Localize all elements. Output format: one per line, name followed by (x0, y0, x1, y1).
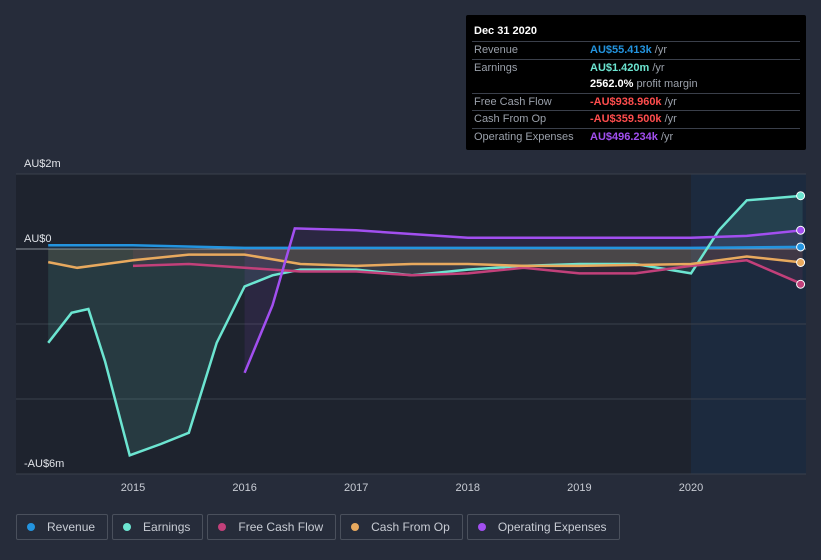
legend-item-earnings[interactable]: Earnings (112, 514, 204, 540)
tooltip: Dec 31 2020 Revenue AU$55.413k/yr Earnings… (466, 15, 806, 150)
tooltip-label: Cash From Op (474, 113, 547, 126)
legend-item-cash-from-op[interactable]: Cash From Op (340, 514, 463, 540)
tooltip-label: Revenue (474, 44, 519, 57)
tooltip-date: Dec 31 2020 (474, 25, 537, 37)
tooltip-unit: /yr (660, 130, 674, 143)
series-end-point (796, 191, 806, 201)
x-tick-label: 2017 (343, 482, 369, 494)
tooltip-row: Free Cash Flow -AU$938.960k/yr (472, 92, 800, 111)
legend-label: Free Cash Flow (238, 520, 324, 534)
y-tick-label: -AU$6m (24, 458, 65, 470)
tooltip-row: Earnings AU$1.420m/yr (472, 58, 800, 77)
series-end-point (796, 242, 806, 252)
y-tick-label: AU$0 (24, 233, 52, 245)
tooltip-value: 2562.0% (590, 78, 634, 91)
tooltip-row: 2562.0% profit margin (472, 76, 800, 93)
tooltip-unit: profit margin (636, 78, 698, 91)
tooltip-unit: /yr (654, 44, 668, 57)
tooltip-value: AU$1.420m (590, 61, 650, 74)
x-tick-label: 2015 (120, 482, 146, 494)
legend-dot-icon (123, 523, 132, 531)
legend-label: Revenue (47, 520, 96, 534)
legend-item-free-cash-flow[interactable]: Free Cash Flow (207, 514, 337, 540)
tooltip-row: Cash From Op -AU$359.500k/yr (472, 110, 800, 128)
series-end-point (796, 279, 806, 289)
legend-label: Earnings (143, 520, 191, 534)
tooltip-value: -AU$359.500k (590, 113, 662, 126)
tooltip-label: Operating Expenses (474, 130, 574, 143)
series-end-point (796, 258, 806, 267)
x-tick-label: 2020 (678, 482, 704, 494)
tooltip-value: AU$55.413k (590, 44, 652, 57)
tooltip-row: Operating Expenses AU$496.234k/yr (472, 127, 800, 146)
tooltip-unit: /yr (664, 113, 677, 126)
legend-dot-icon (218, 523, 227, 531)
legend-dot-icon (27, 523, 35, 531)
tooltip-value: -AU$938.960k (590, 95, 662, 108)
legend-label: Cash From Op (371, 520, 450, 534)
x-tick-label: 2018 (455, 482, 481, 494)
x-tick-label: 2016 (232, 482, 257, 494)
x-tick-label: 2019 (567, 482, 592, 494)
legend-label: Operating Expenses (497, 520, 607, 534)
legend-item-operating-expenses[interactable]: Operating Expenses (466, 514, 620, 540)
legend: Revenue Earnings Free Cash Flow Cash From O… (16, 514, 620, 540)
legend-dot-icon (477, 523, 486, 531)
legend-item-revenue[interactable]: Revenue (16, 514, 109, 540)
tooltip-value: AU$496.234k (590, 130, 658, 143)
tooltip-row: Revenue AU$55.413k/yr (472, 41, 800, 59)
y-tick-label: AU$2m (24, 158, 61, 170)
tooltip-unit: /yr (664, 95, 677, 108)
tooltip-unit: /yr (652, 61, 665, 74)
series-end-point (796, 225, 806, 235)
legend-dot-icon (351, 523, 360, 531)
tooltip-label: Earnings (474, 61, 518, 74)
tooltip-label: Free Cash Flow (474, 95, 552, 108)
